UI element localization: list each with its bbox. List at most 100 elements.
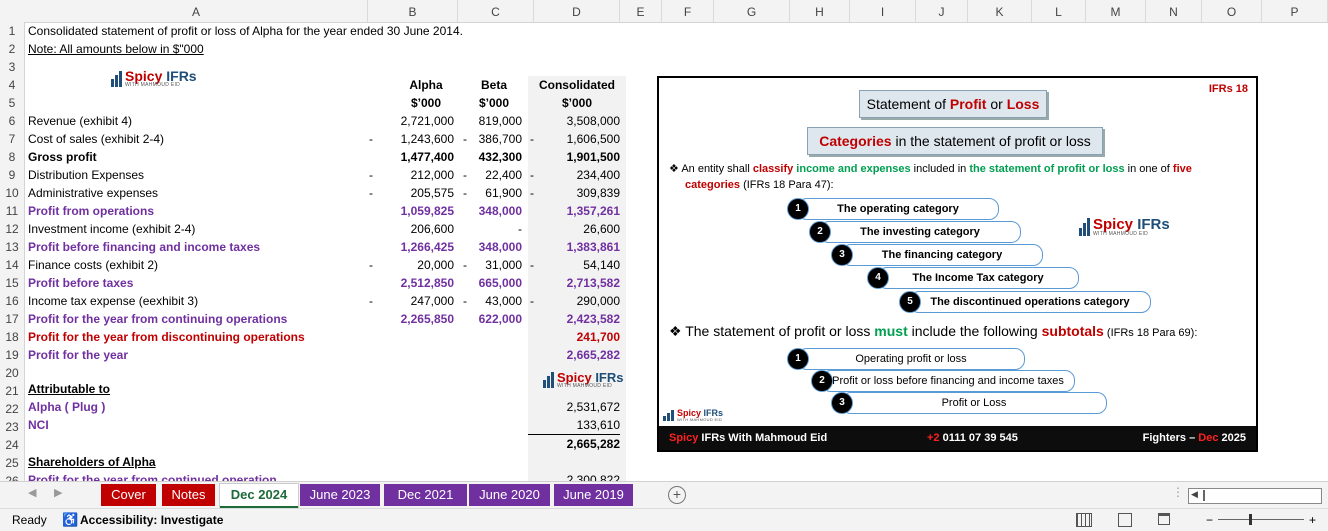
row-header-4[interactable]: 4 [0, 76, 24, 94]
row-header-23[interactable]: 23 [0, 418, 24, 436]
sheet-tab[interactable]: June 2023 [300, 484, 380, 506]
consolidated-value[interactable]: 290,000 [528, 292, 620, 310]
row-header-6[interactable]: 6 [0, 112, 24, 130]
alpha-value[interactable]: 1,477,400 [385, 148, 454, 166]
nci-value[interactable]: 133,610 [528, 416, 620, 435]
beta-value[interactable]: 22,400 [465, 166, 522, 184]
minus-sign[interactable] [369, 310, 379, 328]
attributable-total[interactable]: 2,665,282 [528, 435, 620, 453]
sheet-tab[interactable]: Cover [101, 484, 156, 506]
consolidated-value[interactable]: 234,400 [528, 166, 620, 184]
minus-sign[interactable] [369, 202, 379, 220]
row-header-11[interactable]: 11 [0, 202, 24, 220]
minus-sign[interactable] [369, 238, 379, 256]
statement-label[interactable]: Profit for the year [28, 346, 128, 364]
consolidated-value[interactable]: 1,357,261 [528, 202, 620, 220]
column-header-a[interactable]: A [25, 0, 368, 22]
alpha-value[interactable]: 205,575 [385, 184, 454, 202]
accessibility-icon[interactable]: ♿ [62, 509, 78, 531]
minus-sign[interactable] [369, 112, 379, 130]
consolidated-value[interactable]: 1,383,861 [528, 238, 620, 256]
sheet-tab[interactable]: June 2020 [469, 484, 550, 506]
column-header-c[interactable]: C [458, 0, 534, 22]
consolidated-value[interactable]: 3,508,000 [528, 112, 620, 130]
beta-value[interactable]: 432,300 [465, 148, 522, 166]
minus-sign[interactable]: - [369, 166, 379, 184]
beta-value[interactable]: 61,900 [465, 184, 522, 202]
alpha-value[interactable]: 2,512,850 [385, 274, 454, 292]
nci-label[interactable]: NCI [28, 416, 49, 434]
row-header-19[interactable]: 19 [0, 346, 24, 364]
row-header-21[interactable]: 21 [0, 382, 24, 400]
minus-sign[interactable] [369, 328, 379, 346]
statement-label[interactable]: Profit for the year from continuing oper… [28, 310, 287, 328]
sheet-tab[interactable]: June 2019 [554, 484, 633, 506]
normal-view-icon[interactable] [1076, 513, 1092, 527]
minus-sign[interactable]: - [369, 292, 379, 310]
accessibility-status[interactable]: Accessibility: Investigate [80, 509, 223, 531]
page-layout-icon[interactable] [1118, 513, 1132, 527]
scroll-right-icon[interactable]: ▶ [54, 486, 62, 499]
alpha-value[interactable]: 2,265,850 [385, 310, 454, 328]
statement-label[interactable]: Cost of sales (exhibit 2-4) [28, 130, 164, 148]
zoom-out-icon[interactable]: − [1206, 509, 1213, 531]
cut-row-label[interactable]: Profit for the year from continued opera… [28, 471, 277, 481]
zoom-slider-thumb[interactable] [1249, 514, 1252, 525]
statement-label[interactable]: Finance costs (exhibit 2) [28, 256, 158, 274]
column-header-k[interactable]: K [968, 0, 1032, 22]
statement-label[interactable]: Distribution Expenses [28, 166, 144, 184]
minus-sign[interactable]: - [369, 130, 379, 148]
consolidated-value[interactable]: 26,600 [528, 220, 620, 238]
alpha-value[interactable]: 2,721,000 [385, 112, 454, 130]
statement-label[interactable]: Profit before taxes [28, 274, 133, 292]
column-header-g[interactable]: G [714, 0, 790, 22]
alpha-value[interactable]: 212,000 [385, 166, 454, 184]
statement-label[interactable]: Revenue (exhibit 4) [28, 112, 132, 130]
consolidated-value[interactable]: 54,140 [528, 256, 620, 274]
alpha-value[interactable] [385, 328, 454, 346]
statement-label[interactable]: Profit from operations [28, 202, 154, 220]
zoom-slider[interactable] [1218, 519, 1304, 520]
alpha-plug-label[interactable]: Alpha ( Plug ) [28, 398, 105, 416]
alpha-value[interactable]: 1,243,600 [385, 130, 454, 148]
column-header-m[interactable]: M [1086, 0, 1146, 22]
beta-value[interactable]: 31,000 [465, 256, 522, 274]
beta-value[interactable] [465, 346, 522, 364]
beta-value[interactable]: 348,000 [465, 202, 522, 220]
beta-value[interactable]: 348,000 [465, 238, 522, 256]
beta-value[interactable]: 386,700 [465, 130, 522, 148]
consolidated-value[interactable]: 2,423,582 [528, 310, 620, 328]
row-header-2[interactable]: 2 [0, 40, 24, 58]
page-break-icon[interactable] [1158, 513, 1170, 525]
beta-value[interactable] [465, 328, 522, 346]
consolidated-value[interactable]: 2,713,582 [528, 274, 620, 292]
zoom-in-icon[interactable]: + [1309, 509, 1316, 531]
column-header-n[interactable]: N [1146, 0, 1202, 22]
alpha-value[interactable]: 20,000 [385, 256, 454, 274]
shareholders-heading[interactable]: Shareholders of Alpha [28, 453, 156, 471]
row-header-10[interactable]: 10 [0, 184, 24, 202]
row-header-14[interactable]: 14 [0, 256, 24, 274]
column-header-o[interactable]: O [1202, 0, 1262, 22]
worksheet-grid[interactable]: Consolidated statement of profit or loss… [25, 22, 1328, 481]
add-sheet-icon[interactable]: + [668, 486, 686, 504]
row-header-7[interactable]: 7 [0, 130, 24, 148]
sheet-tab[interactable]: Dec 2024 [220, 484, 298, 508]
row-header-22[interactable]: 22 [0, 400, 24, 418]
row-header-13[interactable]: 13 [0, 238, 24, 256]
statement-label[interactable]: Administrative expenses [28, 184, 158, 202]
column-header-i[interactable]: I [850, 0, 916, 22]
scroll-left-icon[interactable]: ◀ [28, 486, 36, 499]
beta-value[interactable]: 622,000 [465, 310, 522, 328]
column-header-b[interactable]: B [368, 0, 458, 22]
row-header-8[interactable]: 8 [0, 148, 24, 166]
column-header-e[interactable]: E [620, 0, 662, 22]
minus-sign[interactable]: - [369, 184, 379, 202]
row-header-17[interactable]: 17 [0, 310, 24, 328]
row-header-20[interactable]: 20 [0, 364, 24, 382]
sheet-tab[interactable]: Notes [162, 484, 215, 506]
statement-label[interactable]: Profit before financing and income taxes [28, 238, 260, 256]
note-line[interactable]: Note: All amounts below in $"000 [28, 40, 204, 58]
row-header-25[interactable]: 25 [0, 454, 24, 472]
title-line[interactable]: Consolidated statement of profit or loss… [28, 22, 463, 40]
